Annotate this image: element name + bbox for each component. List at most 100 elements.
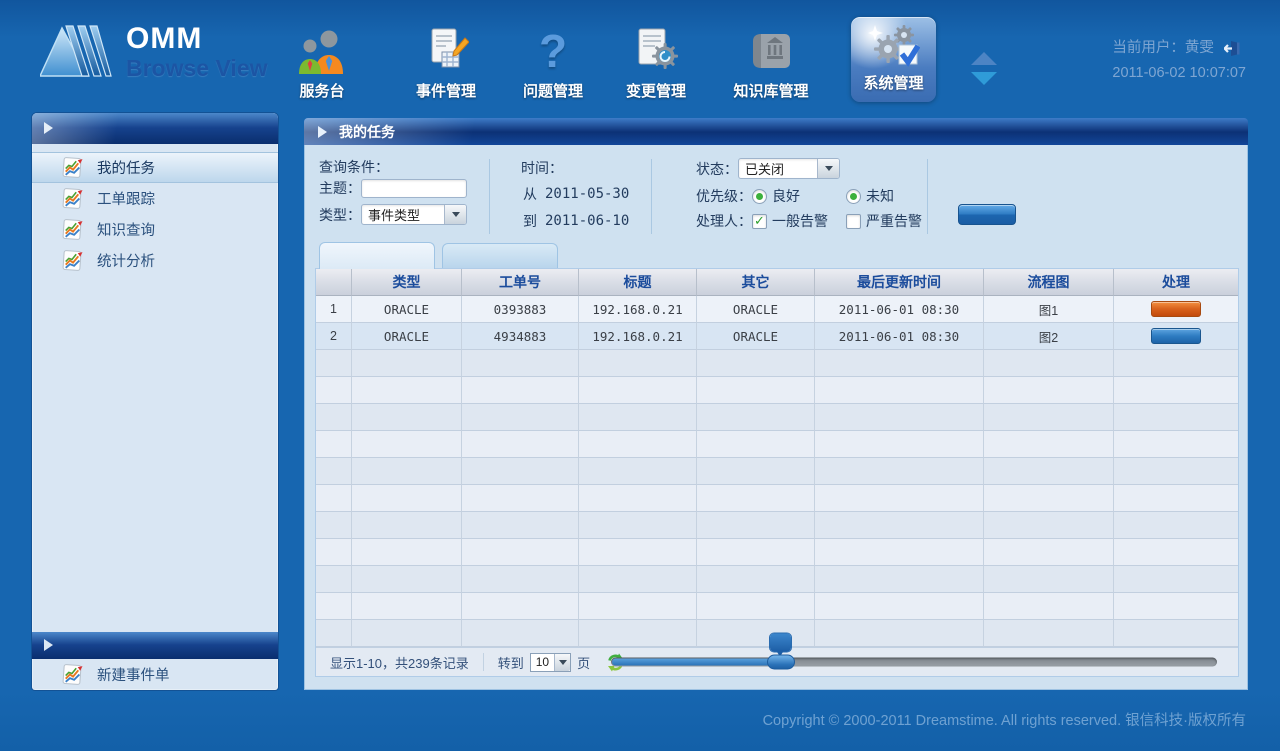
col-header-order-no[interactable]: 工单号	[462, 269, 579, 296]
play-arrow-icon	[318, 126, 327, 138]
table-cell-empty	[352, 377, 462, 404]
page-slider[interactable]	[611, 658, 1217, 667]
cell-title: 192.168.0.21	[579, 296, 697, 323]
type-select[interactable]: 事件类型	[361, 204, 467, 225]
table-row-empty	[316, 539, 1238, 566]
collapse-up-icon[interactable]	[971, 52, 997, 65]
table-cell-empty	[815, 377, 984, 404]
chevron-down-icon	[452, 212, 460, 217]
slider-handle[interactable]	[767, 655, 795, 670]
priority-option-label: 良好	[772, 186, 800, 206]
nav-item-knowledge-base[interactable]: 知识库管理	[723, 24, 819, 101]
sidebar-item-new-event[interactable]: 新建事件单	[32, 659, 278, 690]
dropdown-button[interactable]	[554, 654, 570, 671]
table-row-empty	[316, 512, 1238, 539]
handler-checkbox-severe[interactable]	[846, 214, 861, 229]
table-cell-empty	[697, 377, 815, 404]
nav-item-change-management[interactable]: 变更管理	[612, 24, 700, 101]
col-header-action[interactable]: 处理	[1114, 269, 1238, 296]
logout-icon[interactable]	[1224, 40, 1241, 57]
cell-diagram[interactable]: 图1	[984, 296, 1114, 323]
nav-label: 服务台	[279, 80, 365, 101]
col-header-diagram[interactable]: 流程图	[984, 269, 1114, 296]
logo-mark	[40, 22, 112, 82]
subject-label: 主题：	[319, 178, 361, 198]
nav-item-system-management[interactable]: 系统管理	[851, 17, 936, 102]
table-cell-empty	[815, 431, 984, 458]
col-header-title[interactable]: 标题	[579, 269, 697, 296]
table-row[interactable]: 1 ORACLE 0393883 192.168.0.21 ORACLE 201…	[316, 296, 1238, 323]
page-footer: Copyright © 2000-2011 Dreamstime. All ri…	[763, 709, 1246, 730]
nav-item-service-desk[interactable]: 服务台	[279, 24, 365, 101]
process-button[interactable]	[1151, 301, 1201, 317]
sidebar-item-knowledge-query[interactable]: 知识查询	[32, 214, 278, 245]
table-cell-empty	[316, 377, 352, 404]
tab-2[interactable]	[442, 243, 558, 268]
to-date-value[interactable]: 2011-06-10	[545, 213, 629, 229]
sidebar-item-label: 新建事件单	[97, 664, 170, 685]
page-select[interactable]: 10	[530, 653, 571, 672]
cell-index: 2	[316, 323, 352, 350]
table-cell-empty	[1114, 485, 1238, 512]
cell-type: ORACLE	[352, 296, 462, 323]
priority-label: 优先级：	[696, 186, 752, 206]
search-button[interactable]	[958, 204, 1016, 225]
slider-fill	[612, 659, 782, 666]
page-select-value: 10	[531, 655, 554, 669]
time-label: 时间：	[521, 158, 563, 178]
play-arrow-icon	[44, 122, 53, 134]
handler-option-label: 一般告警	[772, 211, 828, 231]
dropdown-button[interactable]	[817, 159, 839, 178]
sidebar: 我的任务 工单跟踪	[32, 113, 278, 690]
nav-label: 事件管理	[402, 80, 490, 101]
table-cell-empty	[462, 620, 579, 647]
table-cell-empty	[1114, 350, 1238, 377]
table-cell-empty	[697, 404, 815, 431]
handler-checkbox-general[interactable]	[752, 214, 767, 229]
top-header: OMM Browse View 服务台	[0, 0, 1280, 113]
incident-management-icon	[402, 24, 490, 74]
sidebar-item-my-tasks[interactable]: 我的任务	[32, 152, 278, 183]
cell-action	[1114, 296, 1238, 323]
nav-item-incident-management[interactable]: 事件管理	[402, 24, 490, 101]
collapse-down-icon[interactable]	[971, 72, 997, 85]
handler-option-label: 严重告警	[866, 211, 922, 231]
nav-collapse-arrows[interactable]	[971, 52, 997, 85]
logo-subtitle: Browse View	[126, 55, 267, 81]
table-cell-empty	[316, 404, 352, 431]
table-cell-empty	[316, 350, 352, 377]
system-management-icon	[851, 23, 936, 69]
type-select-value: 事件类型	[362, 205, 426, 224]
col-header-other[interactable]: 其它	[697, 269, 815, 296]
priority-radio-good[interactable]	[752, 189, 767, 204]
col-header-updated[interactable]: 最后更新时间	[815, 269, 984, 296]
tab-bar	[319, 242, 558, 268]
table-cell-empty	[815, 458, 984, 485]
cell-diagram[interactable]: 图2	[984, 323, 1114, 350]
from-date-value[interactable]: 2011-05-30	[545, 186, 629, 202]
status-select[interactable]: 已关闭	[738, 158, 840, 179]
nav-label: 系统管理	[851, 72, 936, 93]
to-label: 到	[523, 211, 537, 231]
table-cell-empty	[984, 512, 1114, 539]
subject-input[interactable]	[361, 179, 467, 198]
priority-radio-unknown[interactable]	[846, 189, 861, 204]
cell-type: ORACLE	[352, 323, 462, 350]
dropdown-button[interactable]	[444, 205, 466, 224]
sidebar-header[interactable]	[32, 113, 278, 144]
cell-updated: 2011-06-01 08:30	[815, 323, 984, 350]
cell-updated: 2011-06-01 08:30	[815, 296, 984, 323]
col-header-type[interactable]: 类型	[352, 269, 462, 296]
page: OMM Browse View 服务台	[0, 0, 1280, 751]
sidebar-item-statistics[interactable]: 统计分析	[32, 245, 278, 276]
process-button[interactable]	[1151, 328, 1201, 344]
table-cell-empty	[352, 404, 462, 431]
nav-item-problem-management[interactable]: ? 问题管理	[509, 24, 597, 101]
tab-1[interactable]	[319, 242, 435, 269]
sidebar-bottom-header[interactable]	[32, 632, 278, 659]
table-cell-empty	[579, 512, 697, 539]
page-title: 我的任务	[339, 122, 395, 142]
table-row[interactable]: 2 ORACLE 4934883 192.168.0.21 ORACLE 201…	[316, 323, 1238, 350]
sidebar-item-order-tracking[interactable]: 工单跟踪	[32, 183, 278, 214]
table-cell-empty	[697, 458, 815, 485]
